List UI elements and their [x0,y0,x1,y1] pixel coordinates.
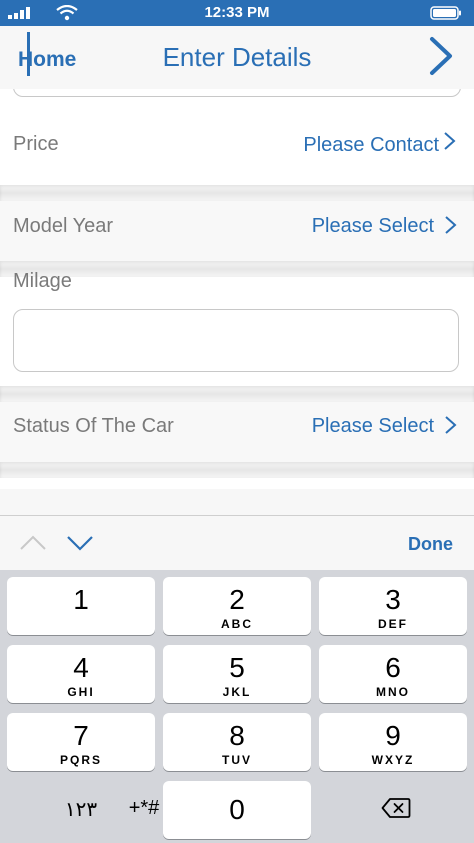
key-0[interactable]: 0 [163,781,311,839]
key-letters: PQRS [59,753,102,767]
key-number: 4 [73,652,89,683]
key-letters: JKL [222,685,252,699]
milage-label: Milage [13,270,72,292]
key-number: 8 [229,720,245,751]
keyboard-accessory-bar: Done [0,515,474,571]
key-number: 9 [385,720,401,751]
model-year-label: Model Year [13,215,114,237]
key-number: 2 [229,584,245,615]
key-letters: WXYZ [371,753,415,767]
key-letters: TUV [222,753,252,767]
chevron-down-icon[interactable] [66,534,94,552]
key-letters: GHI [67,685,95,699]
key-5[interactable]: 5 JKL [163,645,311,703]
delete-icon[interactable] [381,797,411,819]
key-9[interactable]: 9 WXYZ [319,713,467,771]
key-letters: ABC [221,617,253,631]
key-1[interactable]: 1 [7,577,155,635]
details-form: Price Please Contact Model Year Please S… [0,89,474,489]
key-number: 1 [73,584,89,615]
done-button[interactable]: Done [408,534,453,555]
status-bar: 12:33 PM [0,0,474,26]
key-number: 5 [229,652,245,683]
price-label: Price [13,133,59,155]
milage-input[interactable] [13,309,459,372]
chevron-right-icon [445,416,457,434]
key-7[interactable]: 7 PQRS [7,713,155,771]
chevron-right-icon [444,132,456,150]
key-number: 0 [229,794,245,825]
model-year-value[interactable]: Please Select [312,215,434,238]
row-divider [0,386,474,402]
chevron-up-icon[interactable] [19,534,47,552]
keyboard-overlay-edge [0,489,474,515]
price-value[interactable]: Please Contact [303,134,439,157]
chevron-right-icon [445,216,457,234]
page-title: Enter Details [162,42,312,72]
key-letters: MNO [376,685,410,699]
key-number: 6 [385,652,401,683]
key-8[interactable]: 8 TUV [163,713,311,771]
key-2[interactable]: 2 ABC [163,577,311,635]
key-number: 7 [73,720,89,751]
key-number: 3 [385,584,401,615]
key-6[interactable]: 6 MNO [319,645,467,703]
chevron-right-icon[interactable] [426,36,456,76]
key-4[interactable]: 4 GHI [7,645,155,703]
key-3[interactable]: 3 DEF [319,577,467,635]
status-value[interactable]: Please Select [312,415,434,438]
row-divider [0,462,474,478]
row-divider [0,185,474,201]
key-letters: DEF [378,617,408,631]
previous-input-field[interactable] [13,89,461,97]
battery-icon [430,6,461,20]
status-label: Status Of The Car [13,415,174,437]
nav-bar: Home Enter Details [0,26,474,89]
status-time: 12:33 PM [204,4,270,21]
